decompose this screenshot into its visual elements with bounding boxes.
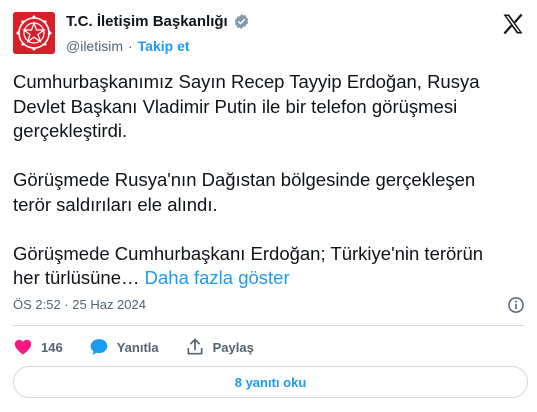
show-more-link[interactable]: Daha fazla göster [145, 267, 290, 288]
separator-dot: · [128, 38, 133, 54]
heart-icon [14, 339, 32, 355]
tweet-line: Görüşmede Cumhurbaşkanı Erdoğan; Türkiye… [13, 242, 484, 264]
avatar-logo-icon [13, 12, 55, 54]
handle-row: @iletisim · Takip et [66, 38, 190, 54]
action-bar: 146 Yanıtla Paylaş [13, 336, 280, 358]
tweet-line: terör saldırıları ele alındı. [13, 193, 218, 215]
timestamp[interactable]: ÖS 2:52 · 25 Haz 2024 [13, 297, 146, 312]
share-upload-icon [187, 338, 203, 355]
read-replies-button[interactable]: 8 yanıtı oku [13, 366, 528, 398]
tweet-line: Görüşmede Rusya'nın Dağıstan bölgesinde … [13, 169, 476, 190]
verified-badge-icon[interactable] [233, 13, 250, 30]
tweet-text: Cumhurbaşkanımız Sayın Recep Tayyip Erdo… [13, 70, 518, 291]
author-name[interactable]: T.C. İletişim Başkanlığı [66, 13, 228, 30]
tweet-line: her türlüsüne… [13, 267, 140, 288]
tweet-card: T.C. İletişim Başkanlığı @iletisim · Tak… [0, 0, 537, 412]
tweet-line: Cumhurbaşkanımız Sayın Recep Tayyip Erdo… [13, 71, 480, 92]
follow-button[interactable]: Takip et [138, 38, 190, 54]
like-count: 146 [41, 339, 63, 355]
tweet-line: gerçekleştirdi. [13, 120, 128, 141]
reply-label: Yanıtla [116, 339, 159, 355]
avatar[interactable] [13, 12, 55, 54]
tweet-line: Devlet Başkanı Vladimir Putin ile bir te… [13, 95, 458, 117]
info-icon[interactable] [507, 296, 525, 314]
tweet-last-line: her türlüsüne… Daha fazla göster [13, 266, 518, 291]
read-replies-label: 8 yanıtı oku [234, 374, 307, 390]
reply-button[interactable]: Yanıtla [89, 337, 159, 357]
share-label: Paylaş [212, 339, 254, 355]
divider [13, 325, 524, 326]
speech-bubble-icon [90, 339, 108, 355]
author-handle[interactable]: @iletisim [66, 38, 123, 54]
x-logo-icon[interactable] [501, 12, 525, 36]
author-name-row: T.C. İletişim Başkanlığı [66, 13, 250, 30]
like-button[interactable]: 146 [13, 337, 63, 357]
share-button[interactable]: Paylaş [185, 337, 254, 357]
